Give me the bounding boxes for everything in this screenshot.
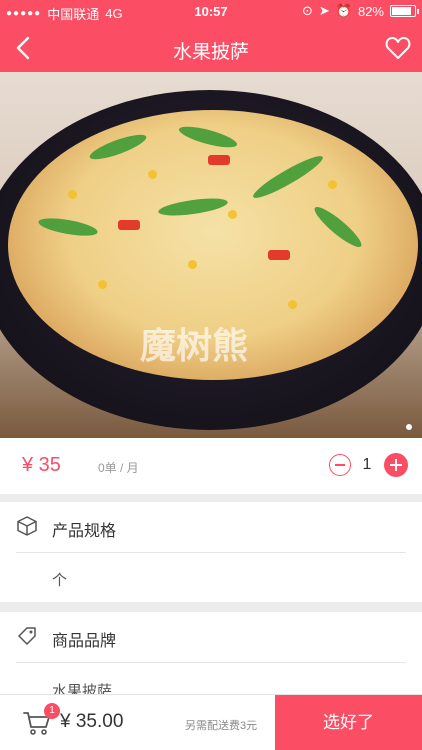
bottom-bar: 1 ¥ 35.00 另需配送费3元 选好了 <box>0 694 422 750</box>
heart-icon[interactable] <box>384 34 412 62</box>
watermark: 魔树熊 <box>140 325 249 366</box>
price-row: ¥ 35 0单 / 月 1 <box>0 438 422 494</box>
product-image[interactable]: 魔树熊 <box>0 72 422 438</box>
spec-title: 产品规格 <box>52 523 117 540</box>
delivery-fee: 另需配送费3元 <box>185 720 258 732</box>
location-icon: ➤ <box>318 3 330 18</box>
page-indicator <box>406 424 412 430</box>
navigation-bar: 水果披萨 <box>0 24 422 72</box>
spec-value: 个 <box>52 572 68 589</box>
page-title: 水果披萨 <box>172 42 249 63</box>
divider <box>16 662 406 663</box>
brand-section: 商品品牌 水果披萨 <box>0 612 422 700</box>
cart-total: ¥ 35.00 <box>60 711 124 732</box>
divider <box>16 552 406 553</box>
spec-section: 产品规格 个 <box>0 502 422 602</box>
price: ¥ 35 <box>22 454 61 476</box>
battery-icon <box>390 5 419 17</box>
confirm-button[interactable]: 选好了 <box>275 695 422 750</box>
status-bar: ●●●●● 中国联通 4G 10:57 ⊙ ➤ ⏰ 82% <box>0 0 422 24</box>
increase-quantity-button[interactable] <box>384 453 408 477</box>
spec-header: 产品规格 <box>0 502 422 552</box>
box-icon <box>17 516 37 536</box>
alarm-icon: ⏰ <box>335 3 352 18</box>
decrease-quantity-button[interactable] <box>329 454 351 476</box>
tag-icon <box>18 627 36 645</box>
top-bar: ●●●●● 中国联通 4G 10:57 ⊙ ➤ ⏰ 82% 水果披萨 <box>0 0 422 72</box>
lock-rotation-icon: ⊙ <box>301 3 313 18</box>
cart-badge: 1 <box>44 703 60 719</box>
monthly-sales: 0单 / 月 <box>98 461 139 475</box>
quantity-value: 1 <box>362 456 372 473</box>
brand-header: 商品品牌 <box>0 612 422 662</box>
battery-label: 82% <box>357 3 384 19</box>
brand-title: 商品品牌 <box>52 633 117 650</box>
